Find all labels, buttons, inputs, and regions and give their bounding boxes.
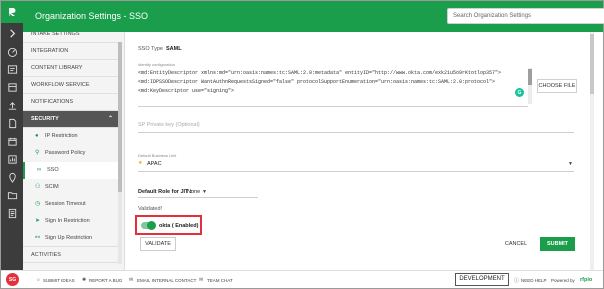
sidebar-item-integration[interactable]: INTEGRATION: [23, 43, 119, 60]
main-scroll-thumb[interactable]: [590, 34, 594, 94]
brand-logo: rfpio: [580, 277, 593, 283]
sidebar-item-label: SCIM: [45, 184, 59, 190]
location-icon[interactable]: [6, 171, 18, 183]
link-icon: ∞: [37, 167, 42, 173]
environment-badge: DEVELOPMENT: [455, 273, 509, 286]
identity-config-underline: [138, 106, 528, 107]
main-scrollbar[interactable]: [590, 32, 594, 270]
page-title: Organization Settings - SSO: [35, 11, 149, 21]
help-icon: ⓘ: [514, 278, 520, 284]
upload-icon[interactable]: [6, 99, 18, 111]
sidebar-item-intake-settings[interactable]: INTAKE SETTINGS: [23, 32, 119, 43]
lightbulb-icon: ☼: [36, 277, 41, 283]
sidebar-item-label: IP Restriction: [45, 133, 78, 139]
sign-in-icon: ➤: [35, 218, 41, 224]
avatar[interactable]: SG: [6, 273, 19, 286]
grammarly-icon[interactable]: G: [515, 88, 524, 97]
app-logo[interactable]: [1, 1, 23, 23]
toggle-knob[interactable]: [147, 221, 156, 230]
sidebar-item-password-policy[interactable]: ⚲ Password Policy: [23, 145, 119, 162]
need-help-link[interactable]: NEED HELP: [521, 278, 547, 283]
calendar-icon[interactable]: [6, 135, 18, 147]
documents-icon[interactable]: [6, 117, 18, 129]
submit-ideas-link[interactable]: SUBMIT IDEAS: [43, 278, 75, 283]
sso-type-label: SSO Type: [138, 46, 163, 52]
key-icon: ⚲: [35, 150, 40, 156]
sidebar-item-scim[interactable]: ⚇ SCIM: [23, 179, 119, 196]
sidebar-item-label: SSO: [47, 167, 59, 173]
cancel-button[interactable]: CANCEL: [499, 238, 533, 252]
private-key-underline: [138, 132, 574, 133]
library-icon[interactable]: [6, 81, 18, 93]
sidebar-item-workflow-service[interactable]: WORKFLOW SERVICE: [23, 77, 119, 94]
ip-restriction-icon: ●: [35, 133, 39, 139]
expand-icon[interactable]: [6, 27, 18, 39]
sidebar-item-label: Session Timeout: [45, 201, 86, 207]
sidebar-item-label: Sign Up Restriction: [45, 235, 93, 241]
sidebar-item-label: Password Policy: [45, 150, 86, 156]
page-header: Organization Settings - SSO Search Organ…: [23, 1, 604, 32]
sidebar-item-ip-restriction[interactable]: ● IP Restriction: [23, 128, 119, 145]
textarea-scrollbar[interactable]: [528, 68, 532, 104]
sidebar-section-security[interactable]: SECURITY ⌃: [23, 111, 119, 128]
chevron-up-icon: ⌃: [107, 116, 113, 122]
team-chat-link[interactable]: TEAM CHAT: [207, 278, 233, 283]
sidebar-scrollbar[interactable]: [118, 42, 122, 264]
folder-icon[interactable]: [6, 189, 18, 201]
settings-doc-icon[interactable]: [6, 207, 18, 219]
email-icon: ✉: [129, 277, 134, 283]
sidebar-item-notifications[interactable]: NOTIFICATIONS: [23, 94, 119, 111]
chevron-down-icon[interactable]: ▼: [202, 189, 207, 195]
chat-icon: ✉: [199, 277, 204, 283]
left-rail: [1, 1, 23, 288]
toggle-label: okta ( Enabled): [159, 223, 199, 229]
sidebar-item-sign-up-restriction[interactable]: ⚯ Sign Up Restriction: [23, 230, 119, 247]
settings-sidebar: INTAKE SETTINGS INTEGRATION CONTENT LIBR…: [23, 32, 125, 270]
default-bu-underline: [138, 171, 574, 172]
bug-icon: ✺: [82, 277, 87, 283]
sso-type-value: SAML: [166, 46, 182, 52]
email-internal-contact-link[interactable]: EMAIL INTERNAL CONTACT: [137, 278, 196, 283]
dashboard-icon[interactable]: [6, 45, 18, 57]
star-icon: ★: [138, 160, 143, 166]
sidebar-scroll-thumb[interactable]: [118, 42, 122, 192]
identity-config-textarea[interactable]: <md:EntityDescriptor xmlns:md="urn:oasis…: [138, 67, 528, 104]
sidebar-item-label: Sign In Restriction: [45, 218, 90, 224]
private-key-input[interactable]: SP Private key (Optional): [138, 122, 200, 128]
users-icon: ⚇: [35, 184, 41, 190]
choose-file-button[interactable]: CHOOSE FILE: [537, 79, 577, 93]
identity-config-line: <md:IDPSSODescriptor WantAuthnRequestsSi…: [138, 79, 496, 85]
chevron-down-icon[interactable]: ▼: [568, 161, 573, 167]
default-bu-value[interactable]: APAC: [147, 161, 162, 167]
submit-button[interactable]: SUBMIT: [540, 237, 575, 251]
clock-icon: ◷: [35, 201, 41, 207]
textarea-scroll-thumb[interactable]: [528, 69, 532, 85]
validate-button[interactable]: VALIDATE: [140, 237, 176, 251]
sidebar-item-sign-in-restriction[interactable]: ➤ Sign In Restriction: [23, 213, 119, 230]
search-input[interactable]: Search Organization Settings: [447, 8, 604, 24]
validated-text: Validated!: [138, 206, 163, 212]
default-role-label: Default Role for JIT :: [138, 189, 192, 195]
sidebar-section-label: SECURITY: [31, 116, 59, 122]
default-bu-label: Default Business Unit: [138, 153, 177, 158]
sidebar-item-session-timeout[interactable]: ◷ Session Timeout: [23, 196, 119, 213]
projects-icon[interactable]: [6, 63, 18, 75]
reports-icon[interactable]: [6, 153, 18, 165]
sidebar-item-sso[interactable]: ∞ SSO: [23, 162, 119, 179]
report-bug-link[interactable]: REPORT A BUG: [89, 278, 122, 283]
sidebar-item-activities[interactable]: ACTIVITIES: [23, 246, 119, 263]
powered-by-text: Powered by: [551, 278, 575, 283]
identity-config-line: <md:KeyDescriptor use="signing">: [138, 88, 235, 94]
sidebar-item-content-library[interactable]: CONTENT LIBRARY: [23, 60, 119, 77]
identity-config-line: <md:EntityDescriptor xmlns:md="urn:oasis…: [138, 70, 502, 76]
user-plus-icon: ⚯: [35, 235, 41, 241]
default-role-value[interactable]: None: [187, 189, 200, 195]
default-role-underline: [138, 197, 258, 198]
